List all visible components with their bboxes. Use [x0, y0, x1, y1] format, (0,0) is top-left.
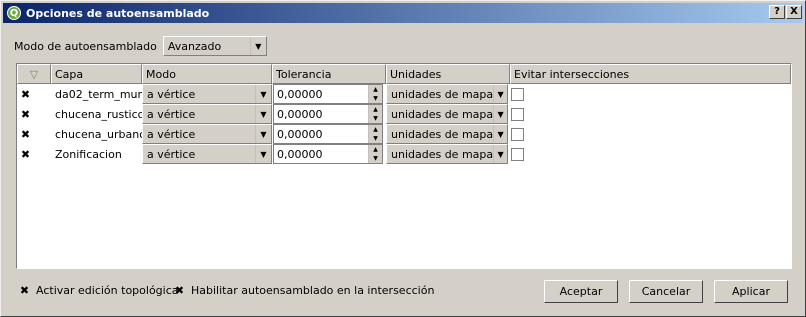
- dialog-window: Q Opciones de autoensamblado ? X Modo de…: [0, 0, 806, 317]
- chevron-down-icon[interactable]: ▼: [255, 85, 271, 103]
- units-cell-select[interactable]: unidades de mapa ▼: [386, 104, 508, 124]
- table-row: chucena_rustico a vértice ▼ 0,00000 ▲▼ u…: [17, 104, 791, 124]
- topological-editing-label: Activar edición topológica: [36, 284, 179, 297]
- table-header: ▽ Capa Modo Tolerancia Unidades Evitar i…: [17, 64, 791, 84]
- mode-cell-value: a vértice: [147, 147, 196, 161]
- layers-table: ▽ Capa Modo Tolerancia Unidades Evitar i…: [16, 63, 792, 269]
- layer-name: chucena_rustico: [55, 107, 142, 121]
- layer-name: chucena_urbano: [55, 127, 142, 141]
- column-header-units[interactable]: Unidades: [386, 64, 510, 84]
- spin-down-icon[interactable]: ▼: [369, 154, 382, 163]
- chevron-down-icon[interactable]: ▼: [493, 125, 507, 143]
- mode-select[interactable]: Avanzado ▼: [162, 36, 267, 56]
- units-cell-select[interactable]: unidades de mapa ▼: [386, 144, 508, 164]
- qgis-logo-icon: Q: [7, 6, 21, 20]
- avoid-intersections-checkbox[interactable]: [511, 147, 524, 161]
- layer-enabled-checkbox[interactable]: [19, 128, 32, 141]
- mode-select-value: Avanzado: [167, 39, 222, 53]
- tolerance-spinbox[interactable]: 0,00000 ▲ ▼: [273, 124, 383, 144]
- intersection-snapping-label: Habilitar autoensamblado en la intersecc…: [191, 284, 435, 297]
- units-cell-value: unidades de mapa: [391, 147, 494, 161]
- mode-cell-select[interactable]: a vértice ▼: [142, 84, 272, 104]
- topological-editing-checkbox[interactable]: [18, 284, 31, 297]
- spin-up-icon[interactable]: ▲: [369, 125, 382, 134]
- select-all-corner[interactable]: ▽: [17, 64, 51, 84]
- chevron-down-icon[interactable]: ▼: [255, 125, 271, 143]
- units-cell-select[interactable]: unidades de mapa ▼: [386, 84, 508, 104]
- mode-cell-select[interactable]: a vértice ▼: [142, 124, 272, 144]
- chevron-down-icon[interactable]: ▼: [493, 145, 507, 163]
- layer-enabled-checkbox[interactable]: [19, 148, 32, 161]
- cancel-button[interactable]: Cancelar: [629, 280, 703, 303]
- units-cell-select[interactable]: unidades de mapa ▼: [386, 124, 508, 144]
- avoid-intersections-checkbox[interactable]: [511, 127, 524, 141]
- spin-up-icon[interactable]: ▲: [369, 145, 382, 154]
- accept-button[interactable]: Aceptar: [544, 280, 618, 303]
- layer-enabled-checkbox[interactable]: [19, 88, 32, 101]
- mode-label: Modo de autoensamblado: [14, 39, 157, 53]
- title-bar: Q Opciones de autoensamblado ? X: [3, 3, 803, 23]
- table-row: Zonificacion a vértice ▼ 0,00000 ▲▼ unid…: [17, 144, 791, 164]
- intersection-snapping-option[interactable]: Habilitar autoensamblado en la intersecc…: [173, 284, 434, 297]
- column-header-layer[interactable]: Capa: [51, 64, 142, 84]
- mode-cell-value: a vértice: [147, 87, 196, 101]
- tolerance-value: 0,00000: [277, 127, 323, 141]
- chevron-down-icon[interactable]: ▼: [493, 105, 507, 123]
- spin-down-icon[interactable]: ▼: [369, 134, 382, 143]
- avoid-intersections-checkbox[interactable]: [511, 87, 524, 101]
- avoid-intersections-checkbox[interactable]: [511, 107, 524, 121]
- layer-name: da02_term_munic: [55, 87, 142, 101]
- spin-down-icon[interactable]: ▼: [369, 94, 382, 103]
- tolerance-value: 0,00000: [277, 147, 323, 161]
- chevron-down-icon[interactable]: ▼: [493, 85, 507, 103]
- table-row: da02_term_munic a vértice ▼ 0,00000 ▲▼ u…: [17, 84, 791, 104]
- chevron-down-icon[interactable]: ▼: [249, 37, 266, 55]
- spin-down-icon[interactable]: ▼: [369, 114, 382, 123]
- units-cell-value: unidades de mapa: [391, 87, 494, 101]
- mode-row: Modo de autoensamblado Avanzado ▼: [14, 36, 267, 56]
- apply-button[interactable]: Aplicar: [714, 280, 788, 303]
- layer-enabled-checkbox[interactable]: [19, 108, 32, 121]
- units-cell-value: unidades de mapa: [391, 127, 494, 141]
- chevron-down-icon[interactable]: ▼: [255, 105, 271, 123]
- topological-editing-option[interactable]: Activar edición topológica: [18, 284, 179, 297]
- mode-cell-select[interactable]: a vértice ▼: [142, 144, 272, 164]
- mode-cell-value: a vértice: [147, 127, 196, 141]
- mode-cell-select[interactable]: a vértice ▼: [142, 104, 272, 124]
- tolerance-spinbox[interactable]: 0,00000 ▲ ▼: [273, 144, 383, 164]
- table-row: chucena_urbano a vértice ▼ 0,00000 ▲▼ un…: [17, 124, 791, 144]
- layer-name: Zonificacion: [55, 147, 122, 161]
- tolerance-value: 0,00000: [277, 87, 323, 101]
- column-header-mode[interactable]: Modo: [142, 64, 272, 84]
- tolerance-spinbox[interactable]: 0,00000 ▲ ▼: [273, 104, 383, 124]
- tolerance-value: 0,00000: [277, 107, 323, 121]
- help-button[interactable]: ?: [769, 5, 785, 19]
- window-title: Opciones de autoensamblado: [26, 6, 210, 20]
- close-button[interactable]: X: [786, 5, 802, 19]
- mode-cell-value: a vértice: [147, 107, 196, 121]
- chevron-down-icon[interactable]: ▼: [255, 145, 271, 163]
- units-cell-value: unidades de mapa: [391, 107, 494, 121]
- column-header-tolerance[interactable]: Tolerancia: [272, 64, 386, 84]
- spin-up-icon[interactable]: ▲: [369, 85, 382, 94]
- intersection-snapping-checkbox[interactable]: [173, 284, 186, 297]
- spin-up-icon[interactable]: ▲: [369, 105, 382, 114]
- column-header-avoid-intersections[interactable]: Evitar intersecciones: [510, 64, 791, 84]
- tolerance-spinbox[interactable]: 0,00000 ▲ ▼: [273, 84, 383, 104]
